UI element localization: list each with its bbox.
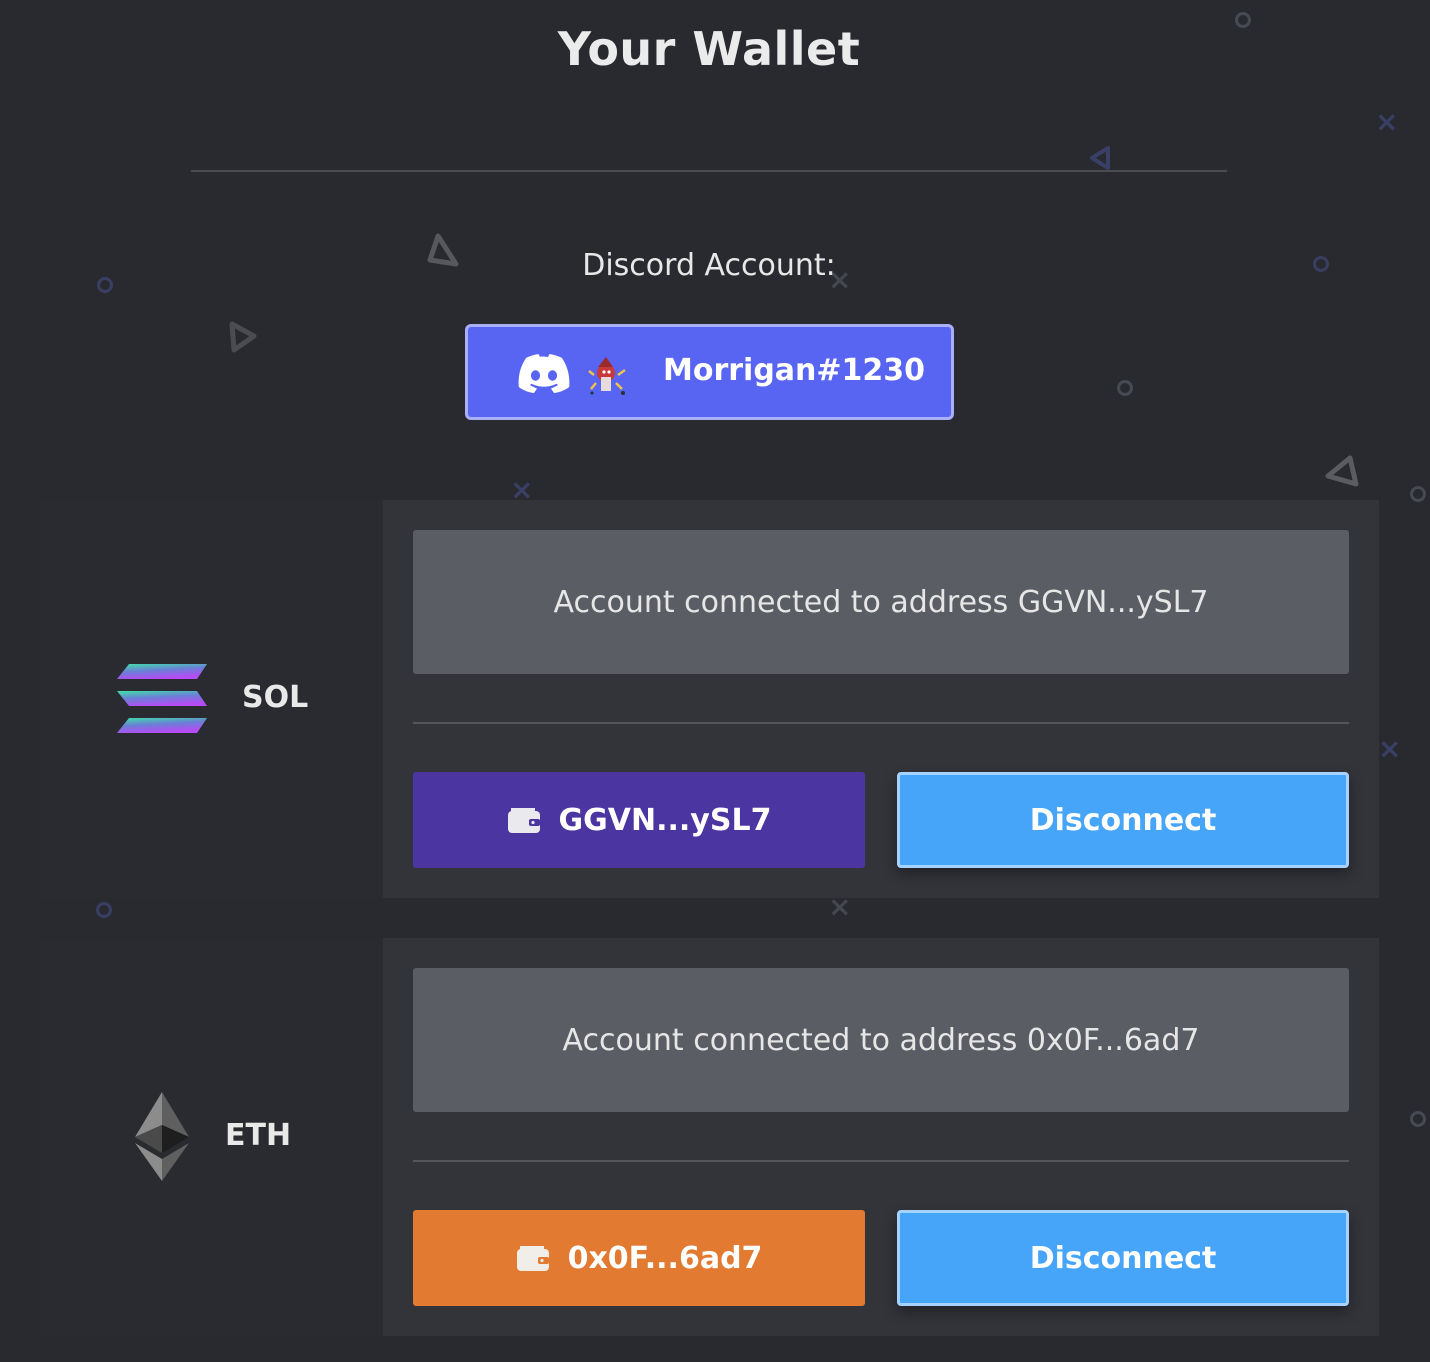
wallet-icon	[516, 1246, 549, 1271]
avatar	[588, 357, 626, 395]
page-title: Your Wallet	[557, 22, 861, 76]
decor-triangle	[1325, 455, 1359, 487]
chain-column: SOL	[39, 500, 383, 898]
connection-status: Account connected to address GGVN...ySL7	[413, 530, 1349, 674]
decor-triangle	[229, 321, 257, 353]
connection-status: Account connected to address 0x0F...6ad7	[413, 968, 1349, 1112]
discord-logo-icon	[518, 354, 570, 393]
wallet-address-button[interactable]: GGVN...ySL7	[413, 772, 865, 868]
decor-triangle	[1090, 146, 1110, 170]
wallet-panel-eth: ETH Account connected to address 0x0F...…	[39, 938, 1379, 1336]
discord-account-button[interactable]: Morrigan#1230	[465, 324, 954, 420]
chain-label: ETH	[225, 1118, 292, 1153]
decor-cross: ×	[1378, 732, 1402, 765]
chain-column: ETH	[39, 938, 383, 1336]
solana-logo-icon	[117, 664, 207, 733]
wallet-address-label: 0x0F...6ad7	[567, 1240, 763, 1276]
ethereum-logo-icon	[135, 1092, 189, 1181]
discord-account-label: Discord Account:	[582, 248, 836, 283]
disconnect-button[interactable]: Disconnect	[897, 1210, 1349, 1306]
divider	[413, 1160, 1349, 1162]
decor-circle	[1117, 380, 1133, 396]
chain-label: SOL	[242, 680, 309, 715]
divider	[413, 722, 1349, 724]
wallet-icon	[507, 808, 540, 833]
decor-circle	[1410, 1111, 1426, 1127]
wallet-address-label: GGVN...ySL7	[558, 802, 772, 838]
decor-cross: ×	[1375, 105, 1399, 138]
divider	[191, 170, 1227, 172]
wallet-address-button[interactable]: 0x0F...6ad7	[413, 1210, 865, 1306]
decor-circle	[96, 902, 112, 918]
discord-username: Morrigan#1230	[663, 353, 926, 388]
decor-circle	[1410, 486, 1426, 502]
disconnect-button[interactable]: Disconnect	[897, 772, 1349, 868]
wallet-panel-sol: SOL Account connected to address GGVN...…	[39, 500, 1379, 898]
